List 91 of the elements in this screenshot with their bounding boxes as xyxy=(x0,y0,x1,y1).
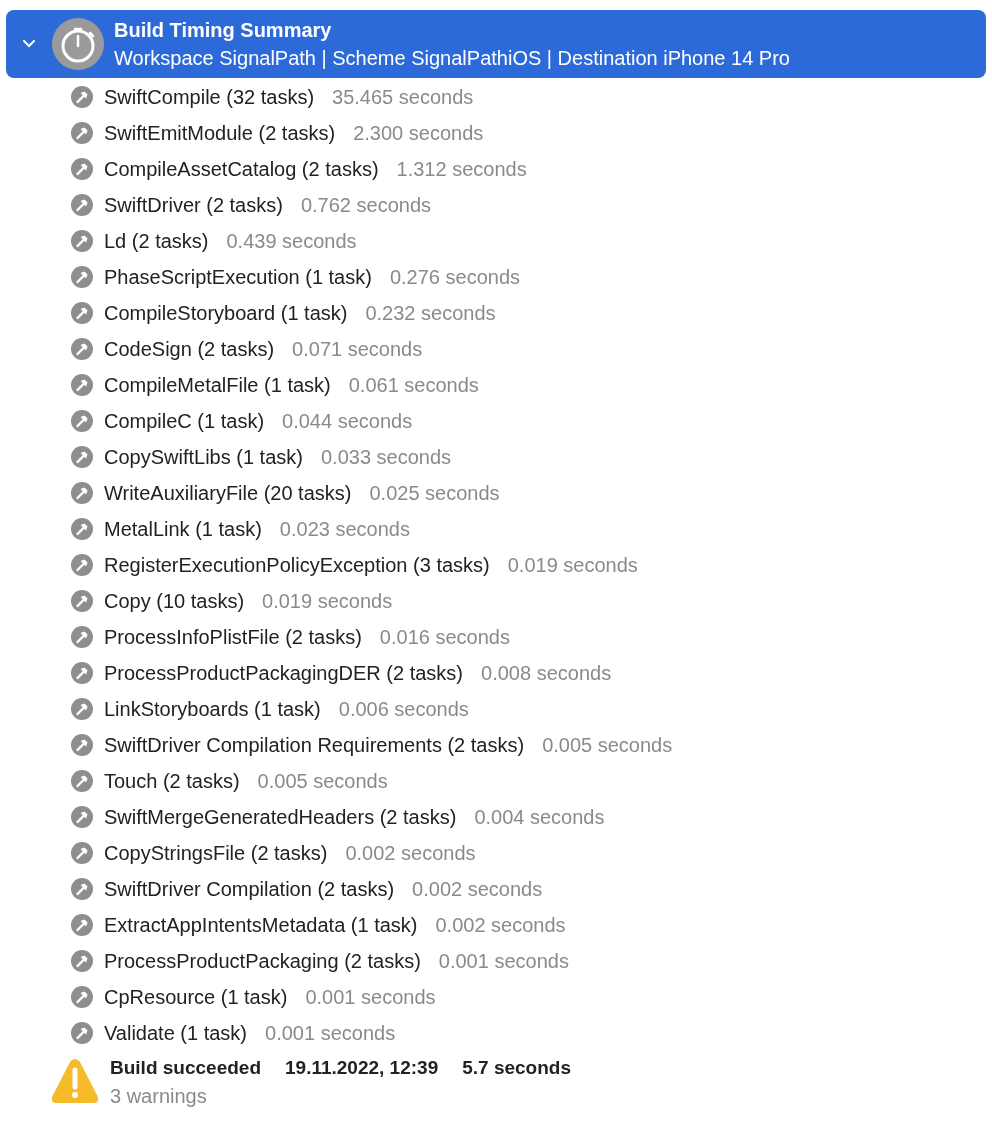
warnings-count: 3 warnings xyxy=(110,1084,208,1109)
task-name: CompileC (1 task) xyxy=(104,409,265,434)
hammer-icon xyxy=(71,842,93,864)
hammer-icon xyxy=(71,986,93,1008)
hammer-icon xyxy=(71,554,93,576)
task-duration: 0.016 seconds xyxy=(379,625,510,650)
hammer-icon xyxy=(71,122,93,144)
task-name: SwiftDriver Compilation (2 tasks) xyxy=(104,877,395,902)
task-name: SwiftEmitModule (2 tasks) xyxy=(104,121,336,146)
task-name: Validate (1 task) xyxy=(104,1021,248,1046)
task-duration: 0.005 seconds xyxy=(542,733,673,758)
task-name: ExtractAppIntentsMetadata (1 task) xyxy=(104,913,418,938)
hammer-icon xyxy=(71,518,93,540)
task-duration: 0.002 seconds xyxy=(412,877,543,902)
task-name: ProcessProductPackaging (2 tasks) xyxy=(104,949,421,974)
task-name: PhaseScriptExecution (1 task) xyxy=(104,265,372,290)
hammer-icon xyxy=(71,302,93,324)
hammer-icon xyxy=(71,734,93,756)
task-duration: 0.002 seconds xyxy=(435,913,566,938)
build-date: 19.11.2022, 12:39 xyxy=(285,1056,439,1080)
task-name: ProcessProductPackagingDER (2 tasks) xyxy=(104,661,464,686)
task-duration: 0.762 seconds xyxy=(300,193,431,218)
hammer-icon xyxy=(71,914,93,936)
task-name: ProcessInfoPlistFile (2 tasks) xyxy=(104,625,362,650)
hammer-icon xyxy=(71,662,93,684)
hammer-icon xyxy=(71,770,93,792)
task-duration: 0.002 seconds xyxy=(345,841,476,866)
task-duration: 0.004 seconds xyxy=(474,805,605,830)
task-duration: 0.439 seconds xyxy=(226,229,357,254)
task-name: WriteAuxiliaryFile (20 tasks) xyxy=(104,481,352,506)
hammer-icon xyxy=(71,482,93,504)
hammer-icon xyxy=(71,950,93,972)
task-duration: 0.023 seconds xyxy=(279,517,410,542)
task-name: LinkStoryboards (1 task) xyxy=(104,697,321,722)
task-duration: 0.044 seconds xyxy=(282,409,413,434)
task-duration: 0.033 seconds xyxy=(320,445,452,470)
summary-row[interactable]: Build Timing Summary Workspace SignalPath | Scheme SignalPathiOS | Destination iPhone 14 Pro xyxy=(6,10,986,78)
task-name: CopyStringsFile (2 tasks) xyxy=(104,841,328,866)
hammer-icon xyxy=(71,410,93,432)
task-duration: 35.465 seconds xyxy=(332,85,474,110)
chevron-icon[interactable] xyxy=(22,39,36,49)
task-name: CompileAssetCatalog (2 tasks) xyxy=(104,157,379,182)
hammer-icon xyxy=(71,878,93,900)
task-duration: 0.001 seconds xyxy=(265,1021,396,1046)
hammer-icon xyxy=(71,626,93,648)
task-duration: 0.019 seconds xyxy=(507,553,638,578)
task-duration: 0.232 seconds xyxy=(365,301,496,326)
hammer-icon xyxy=(71,374,93,396)
task-duration: 0.025 seconds xyxy=(369,481,500,506)
build-duration: 5.7 seconds xyxy=(462,1056,571,1080)
task-duration: 0.276 seconds xyxy=(389,265,520,290)
task-name: SwiftDriver Compilation Requirements (2 tasks) xyxy=(104,733,525,758)
stopwatch-icon xyxy=(52,18,104,70)
task-name: CodeSign (2 tasks) xyxy=(104,337,275,362)
hammer-icon xyxy=(71,158,93,180)
task-duration: 0.061 seconds xyxy=(348,373,479,398)
hammer-icon xyxy=(71,338,93,360)
task-duration: 0.001 seconds xyxy=(438,949,569,974)
task-name: Ld (2 tasks) xyxy=(104,229,209,254)
hammer-icon xyxy=(71,230,93,252)
task-name: RegisterExecutionPolicyException (3 tasks) xyxy=(104,553,490,578)
hammer-icon xyxy=(71,266,93,288)
task-duration: 1.312 seconds xyxy=(396,157,527,182)
task-duration: 0.019 seconds xyxy=(262,589,393,614)
warning-icon xyxy=(50,1057,100,1105)
task-name: SwiftDriver (2 tasks) xyxy=(104,193,283,218)
task-duration: 0.001 seconds xyxy=(305,985,436,1010)
build-status: Build succeeded xyxy=(110,1056,261,1080)
hammer-icon xyxy=(71,806,93,828)
task-duration: 0.006 seconds xyxy=(338,697,469,722)
task-name: SwiftCompile (32 tasks) xyxy=(104,85,315,110)
hammer-icon xyxy=(71,590,93,612)
hammer-icon xyxy=(71,1022,93,1044)
summary-subtitle: Workspace SignalPath | Scheme SignalPathiOS | Destination iPhone 14 Pro xyxy=(114,46,790,71)
hammer-icon xyxy=(71,194,93,216)
task-name: CopySwiftLibs (1 task) xyxy=(104,445,303,470)
task-name: SwiftMergeGeneratedHeaders (2 tasks) xyxy=(104,805,457,830)
task-duration: 2.300 seconds xyxy=(353,121,484,146)
task-duration: 0.071 seconds xyxy=(292,337,423,362)
task-name: CompileStoryboard (1 task) xyxy=(104,301,348,326)
task-name: Touch (2 tasks) xyxy=(104,769,240,794)
hammer-icon xyxy=(71,446,93,468)
task-name: CpResource (1 task) xyxy=(104,985,288,1010)
summary-title: Build Timing Summary xyxy=(114,18,333,43)
task-duration: 0.008 seconds xyxy=(481,661,612,686)
hammer-icon xyxy=(71,86,93,108)
task-name: CompileMetalFile (1 task) xyxy=(104,373,331,398)
task-name: Copy (10 tasks) xyxy=(104,589,245,614)
hammer-icon xyxy=(71,698,93,720)
task-name: MetalLink (1 task) xyxy=(104,517,262,542)
task-duration: 0.005 seconds xyxy=(257,769,388,794)
